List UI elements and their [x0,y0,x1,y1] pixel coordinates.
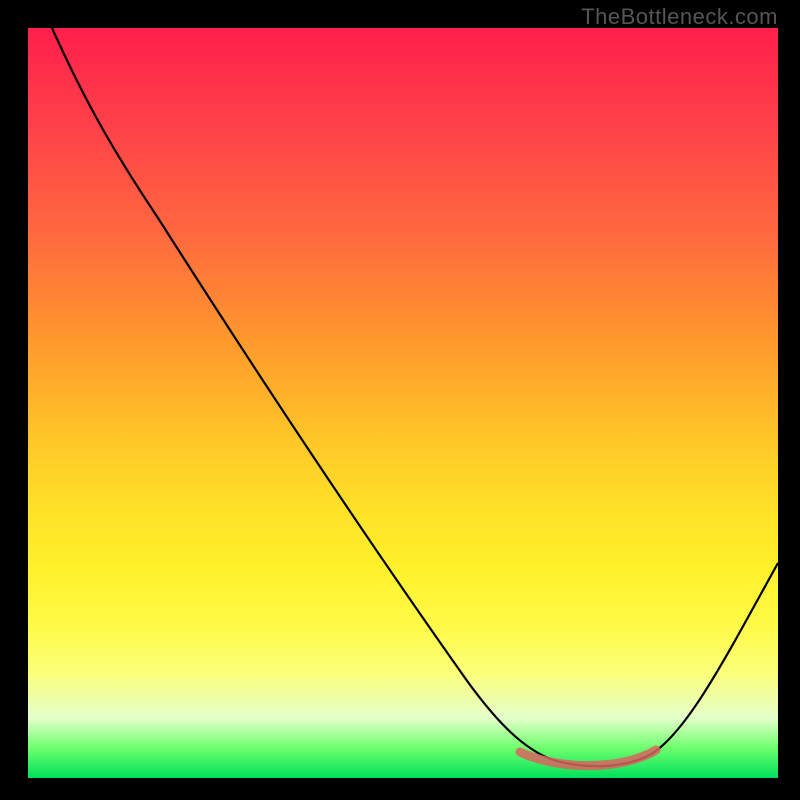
curve-svg [28,28,778,778]
highlight-segment [520,750,656,766]
chart-container: TheBottleneck.com [0,0,800,800]
watermark-text: TheBottleneck.com [581,4,778,30]
plot-area [28,28,778,778]
main-curve [52,28,778,766]
